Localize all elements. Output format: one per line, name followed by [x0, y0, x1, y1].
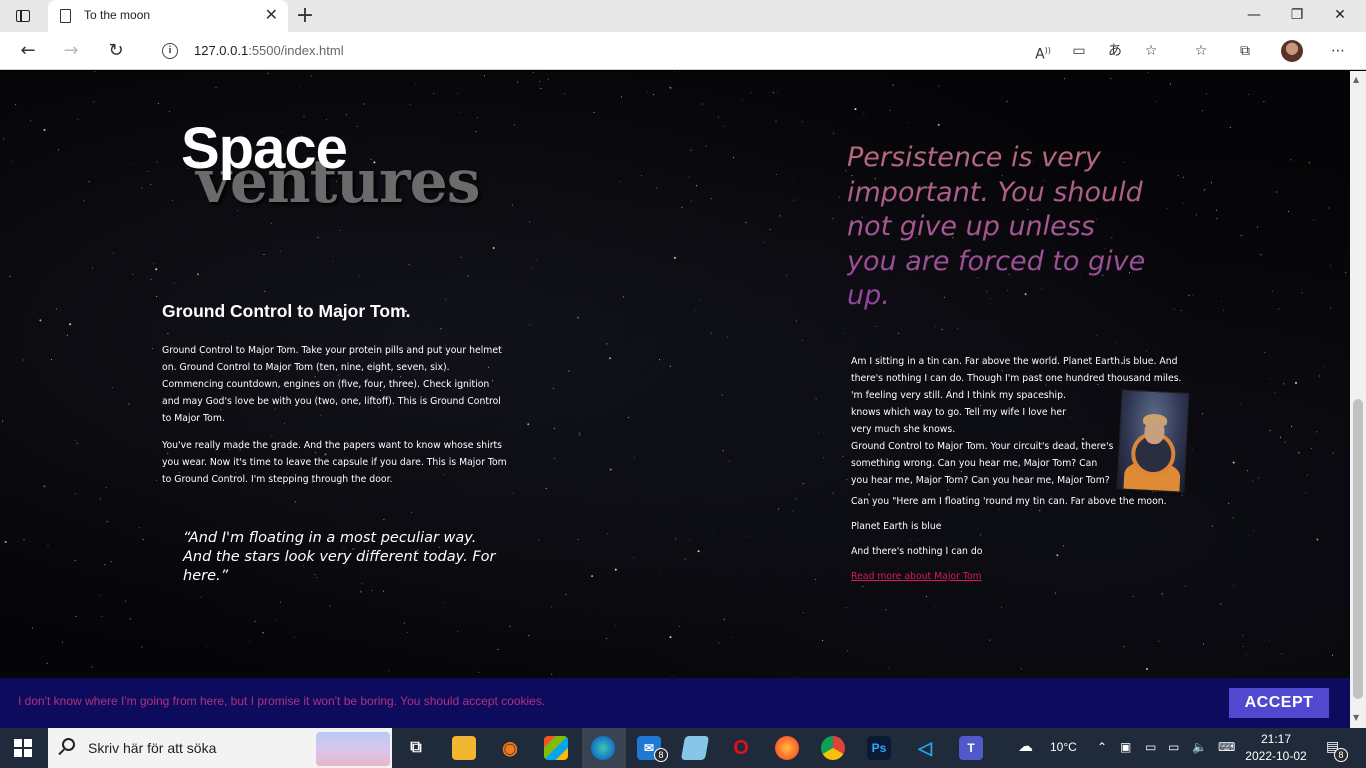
add-favorite-icon[interactable]: ☆	[1140, 41, 1162, 61]
tab-bar: To the moon ✕ + — ❐ ✕	[0, 0, 1366, 32]
lyrics-paragraph: Planet Earth is blue	[851, 521, 942, 532]
refresh-icon[interactable]: ↻	[104, 40, 128, 62]
collections-icon[interactable]: ⧉	[1234, 41, 1256, 61]
more-icon[interactable]: ⋯	[1327, 41, 1349, 61]
clock-time: 21:17	[1260, 732, 1292, 746]
browser-tab[interactable]: To the moon ✕	[48, 0, 288, 32]
page-scrollbar[interactable]: ▲ ▼	[1350, 71, 1366, 728]
teams-icon[interactable]: T	[959, 736, 983, 760]
weather-icon[interactable]: ☁	[1018, 737, 1033, 755]
notification-badge: 8	[1334, 748, 1348, 762]
paragraph-1: Ground Control to Major Tom. Take your p…	[162, 345, 502, 424]
forward-icon[interactable]: →	[59, 40, 83, 62]
maximize-button[interactable]: ❐	[1275, 5, 1319, 25]
profile-avatar[interactable]	[1281, 40, 1303, 62]
url-field[interactable]: i 127.0.0.1:5500/index.html	[146, 36, 1172, 66]
accept-cookies-button[interactable]: ACCEPT	[1229, 688, 1329, 718]
paragraph-2: You've really made the grade. And the pa…	[162, 440, 507, 485]
minimize-button[interactable]: —	[1232, 5, 1276, 25]
app-icon[interactable]	[680, 736, 710, 760]
camera-icon[interactable]: ▣	[1120, 740, 1131, 754]
vscode-icon[interactable]: ◁	[913, 736, 937, 760]
floating-quote: “And I'm floating in a most peculiar way…	[183, 530, 496, 584]
lyrics-line: there's nothing I can do. Though I'm pas…	[851, 373, 1182, 384]
section-heading: Ground Control to Major Tom.	[162, 301, 411, 321]
windows-start-icon[interactable]	[14, 739, 32, 757]
firefox-icon[interactable]	[775, 736, 799, 760]
tab-close-icon[interactable]: ✕	[265, 6, 278, 24]
task-view-icon[interactable]: ⧉	[404, 736, 428, 760]
opera-icon[interactable]: O	[729, 736, 753, 760]
cookie-banner: I don't know where I'm going from here, …	[0, 678, 1350, 728]
lyrics-paragraph: And there's nothing I can do	[851, 546, 983, 557]
taskbar-search-box[interactable]: Skriv här för att söka	[48, 728, 392, 768]
system-clock[interactable]: 21:17 2022-10-02	[1244, 731, 1308, 765]
close-window-button[interactable]: ✕	[1318, 5, 1362, 25]
astronaut-image	[1116, 389, 1190, 493]
back-icon[interactable]: ←	[16, 40, 40, 62]
cookie-message: I don't know where I'm going from here, …	[18, 694, 546, 708]
persistence-quote: Persistence is very important. You shoul…	[847, 141, 1147, 314]
blender-icon[interactable]: ◉	[498, 736, 522, 760]
page-viewport: ventures Space Persistence is very impor…	[0, 71, 1350, 728]
mail-badge: 8	[654, 748, 668, 762]
battery-icon[interactable]: ▭	[1168, 740, 1179, 754]
search-placeholder: Skriv här för att söka	[88, 740, 217, 756]
lyrics-line: Am I sitting in a tin can. Far above the…	[851, 356, 1178, 367]
new-tab-button[interactable]: +	[293, 3, 317, 29]
url-text[interactable]: 127.0.0.1:5500/index.html	[194, 43, 344, 58]
file-explorer-icon[interactable]	[452, 736, 476, 760]
volume-icon[interactable]: 🔈	[1192, 740, 1207, 754]
translate-icon[interactable]: あ	[1104, 41, 1126, 61]
network-icon[interactable]: ▭	[1145, 740, 1156, 754]
read-aloud-icon[interactable]: A))	[1032, 41, 1054, 65]
clock-date: 2022-10-02	[1245, 749, 1307, 763]
site-info-icon[interactable]: i	[162, 43, 178, 59]
weather-temp[interactable]: 10°C	[1050, 740, 1077, 754]
search-icon	[62, 738, 75, 751]
tab-actions-icon[interactable]	[10, 6, 36, 26]
scrollbar-thumb[interactable]	[1353, 399, 1363, 699]
language-icon[interactable]: ⌨	[1218, 740, 1235, 754]
chrome-icon[interactable]	[821, 736, 845, 760]
tray-chevron-icon[interactable]: ⌃	[1097, 740, 1107, 754]
favorites-icon[interactable]: ☆	[1190, 41, 1212, 61]
taskbar: Skriv här för att söka ⧉ ◉ ✉ 8 O Ps ◁ T …	[0, 728, 1366, 768]
photoshop-icon[interactable]: Ps	[867, 736, 891, 760]
search-highlight-image	[316, 732, 390, 766]
store-icon[interactable]	[544, 736, 568, 760]
app-available-icon[interactable]: ▭	[1068, 41, 1090, 61]
read-more-link[interactable]: Read more about Major Tom	[851, 568, 982, 585]
logo-space: Space	[181, 116, 348, 181]
lyrics-paragraph: Can you "Here am I floating 'round my ti…	[851, 496, 1167, 507]
tab-title: To the moon	[84, 8, 151, 22]
edge-icon[interactable]	[591, 736, 615, 760]
page-icon	[60, 9, 71, 23]
